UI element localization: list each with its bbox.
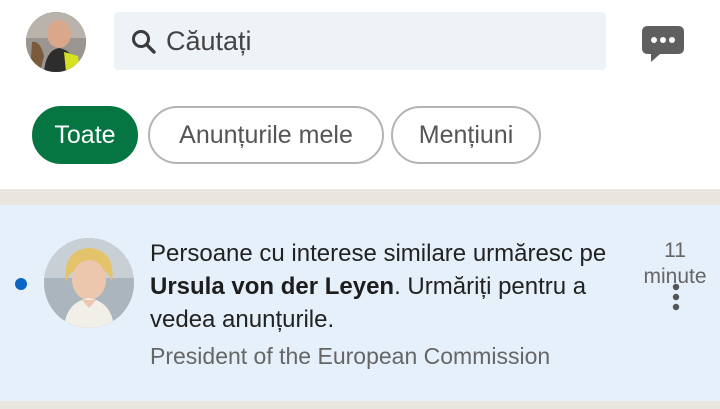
my-profile-avatar[interactable] [26, 12, 86, 72]
bottom-divider [0, 401, 720, 409]
notification-person-name[interactable]: Ursula von der Leyen [150, 273, 394, 300]
messaging-icon[interactable] [640, 24, 686, 64]
section-divider [0, 189, 720, 205]
notification-text: Persoane cu interese similare urmăresc p… [150, 237, 630, 336]
filter-chip-my-posts[interactable]: Anunțurile mele [148, 106, 384, 164]
notification-item[interactable]: Persoane cu interese similare urmăresc p… [0, 205, 720, 401]
person-photo [44, 238, 134, 328]
filter-chip-all[interactable]: Toate [32, 106, 138, 164]
filter-chips: Toate Anunțurile mele Mențiuni [0, 104, 720, 166]
timestamp-value: 11 [664, 239, 686, 262]
more-vertical-icon[interactable] [668, 281, 684, 317]
top-bar [0, 0, 720, 92]
notification-avatar[interactable] [44, 238, 134, 328]
unread-indicator [15, 278, 27, 290]
notification-subtitle: President of the European Commission [150, 343, 551, 369]
search-bar[interactable] [114, 12, 606, 70]
search-icon [132, 30, 156, 54]
notification-text-before: Persoane cu interese similare urmăresc p… [150, 240, 607, 267]
filter-chip-mentions[interactable]: Mențiuni [391, 106, 541, 164]
profile-photo [26, 12, 86, 72]
search-input[interactable] [166, 20, 586, 62]
